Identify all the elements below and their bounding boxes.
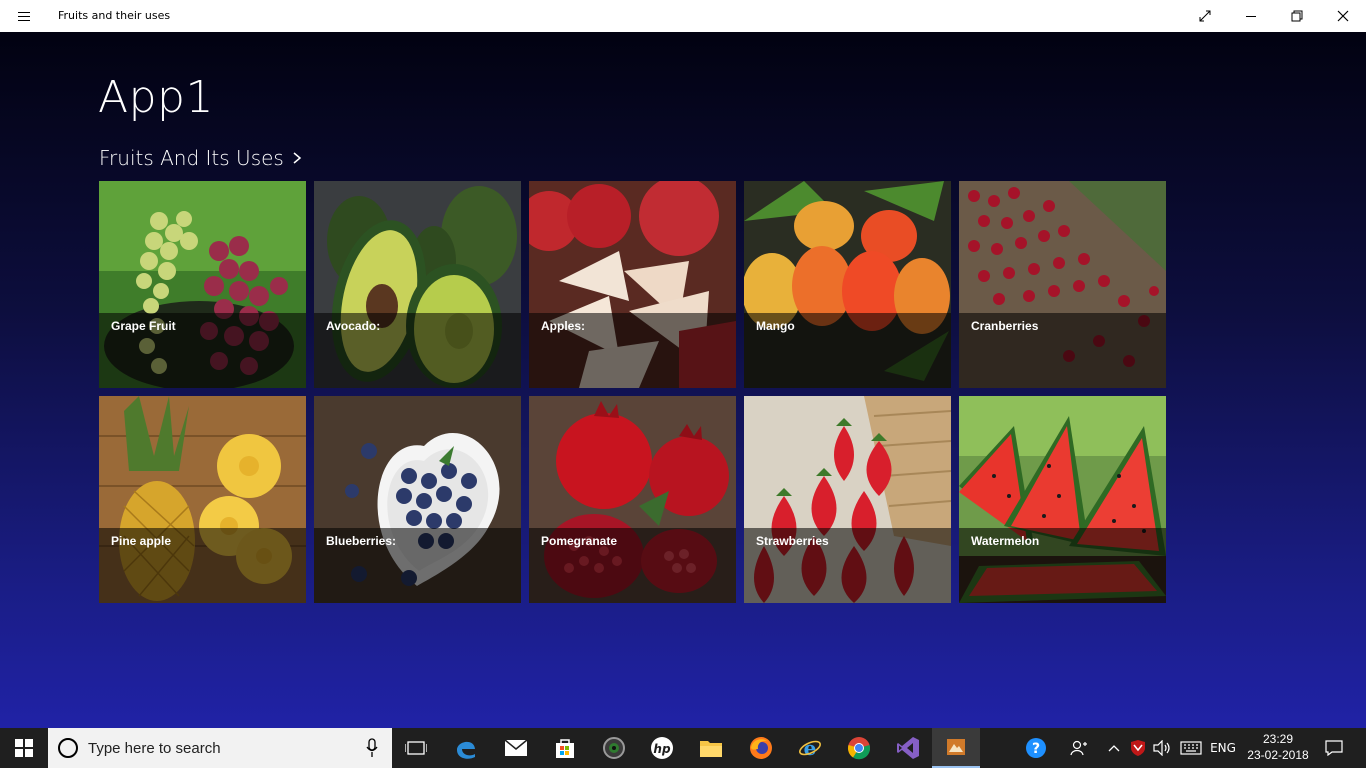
section-header-link[interactable]: Fruits And Its Uses — [99, 146, 302, 170]
tile-grape-fruit[interactable]: Grape Fruit — [99, 181, 306, 388]
tile-label: Cranberries — [971, 319, 1039, 333]
people-icon[interactable] — [1064, 728, 1094, 768]
search-placeholder: Type here to search — [88, 740, 221, 757]
window-title: Fruits and their uses — [58, 9, 171, 22]
store-icon[interactable] — [541, 728, 589, 768]
tile-label: Blueberries: — [326, 534, 397, 548]
tile-watermelon[interactable]: Watermelon — [959, 396, 1166, 603]
close-icon[interactable] — [1320, 0, 1366, 32]
tile-label: Grape Fruit — [111, 319, 176, 333]
hp-icon[interactable]: hp — [638, 728, 686, 768]
hamburger-menu-icon[interactable] — [8, 0, 40, 32]
tile-avocado[interactable]: Avocado: — [314, 181, 521, 388]
tile-pomegranate[interactable]: Pomegranate — [529, 396, 736, 603]
camera-app-icon[interactable] — [590, 728, 638, 768]
fruit-grid: Grape Fruit Avocado: Apples: Mango Cranb… — [99, 181, 1166, 603]
tile-label: Avocado: — [326, 319, 381, 333]
firefox-icon[interactable] — [737, 728, 785, 768]
minimize-icon[interactable] — [1228, 0, 1274, 32]
task-view-icon[interactable] — [392, 728, 440, 768]
language-indicator[interactable]: ENG — [1206, 728, 1240, 768]
taskbar-clock[interactable]: 23:29 23-02-2018 — [1240, 731, 1316, 763]
chevron-up-icon[interactable] — [1104, 728, 1124, 768]
tile-label: Mango — [756, 319, 795, 333]
running-app-icon[interactable] — [932, 728, 980, 768]
action-center-icon[interactable] — [1316, 728, 1352, 768]
tile-strawberries[interactable]: Strawberries — [744, 396, 951, 603]
tile-apples[interactable]: Apples: — [529, 181, 736, 388]
keyboard-icon[interactable] — [1176, 728, 1206, 768]
tile-pine-apple[interactable]: Pine apple — [99, 396, 306, 603]
restore-icon[interactable] — [1274, 0, 1320, 32]
chrome-icon[interactable] — [835, 728, 883, 768]
help-icon[interactable]: ? — [1016, 728, 1056, 768]
app-content: App1 Fruits And Its Uses Grape Fruit Avo… — [0, 32, 1366, 728]
tile-label: Pine apple — [111, 534, 172, 548]
svg-text:hp: hp — [653, 742, 671, 756]
svg-text:e: e — [804, 736, 817, 760]
chevron-right-icon — [293, 152, 302, 164]
tile-label: Apples: — [541, 319, 586, 333]
section-header-label: Fruits And Its Uses — [99, 146, 284, 170]
full-screen-icon[interactable] — [1182, 0, 1228, 32]
edge-icon[interactable] — [442, 728, 490, 768]
tile-label: Strawberries — [756, 534, 829, 548]
clock-date: 23-02-2018 — [1247, 748, 1309, 762]
title-bar: Fruits and their uses — [0, 0, 1366, 32]
mcafee-shield-icon[interactable] — [1126, 728, 1150, 768]
app-title: App1 — [98, 72, 214, 123]
tile-label: Watermelon — [971, 534, 1040, 548]
clock-time: 23:29 — [1262, 732, 1294, 746]
volume-icon[interactable] — [1150, 728, 1174, 768]
windows-start-icon[interactable] — [0, 728, 48, 768]
tile-blueberries[interactable]: Blueberries: — [314, 396, 521, 603]
mail-icon[interactable] — [492, 728, 540, 768]
file-explorer-icon[interactable] — [687, 728, 735, 768]
svg-text:?: ? — [1032, 741, 1040, 757]
tile-label: Pomegranate — [541, 534, 618, 548]
internet-explorer-icon[interactable]: e — [786, 728, 834, 768]
visual-studio-icon[interactable] — [884, 728, 932, 768]
taskbar-search-box[interactable]: Type here to search — [48, 728, 392, 768]
cortana-icon — [58, 738, 78, 758]
taskbar: Type here to search hp e ? ENG 23:29 23-… — [0, 728, 1366, 768]
tile-mango[interactable]: Mango — [744, 181, 951, 388]
microphone-icon[interactable] — [366, 738, 378, 758]
tile-cranberries[interactable]: Cranberries — [959, 181, 1166, 388]
